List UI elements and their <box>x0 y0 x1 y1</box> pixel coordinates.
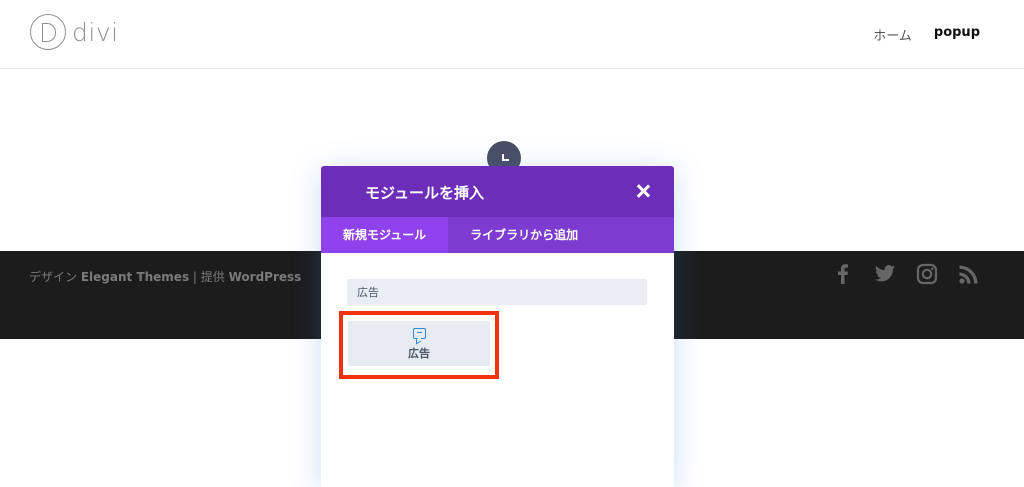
tab-new-module[interactable]: 新規モジュール <box>321 217 449 253</box>
twitter-icon[interactable] <box>874 263 896 285</box>
instagram-icon[interactable] <box>916 263 938 285</box>
insert-module-modal: モジュールを挿入 新規モジュール ライブラリから追加 広告 <box>321 166 674 487</box>
modal-tabs: 新規モジュール ライブラリから追加 <box>321 217 674 253</box>
logo-text: divi <box>72 17 119 47</box>
module-label: 広告 <box>408 347 430 360</box>
module-list: 広告 <box>339 311 499 379</box>
module-search-input[interactable] <box>347 279 647 305</box>
main-nav: ホーム popup <box>873 25 980 44</box>
footer-credit: デザイン Elegant Themes | 提供 WordPress <box>29 268 301 285</box>
credit-platform-link[interactable]: WordPress <box>229 270 302 284</box>
module-item-ad[interactable]: 広告 <box>348 321 490 366</box>
close-icon[interactable] <box>634 182 652 200</box>
rss-icon[interactable] <box>958 263 980 285</box>
tab-add-from-library[interactable]: ライブラリから追加 <box>448 217 600 253</box>
facebook-icon[interactable] <box>832 263 854 285</box>
modal-title: モジュールを挿入 <box>365 184 484 202</box>
modal-body: 広告 <box>321 253 674 379</box>
credit-brand-link[interactable]: Elegant Themes <box>81 270 189 284</box>
divi-logo-icon <box>30 14 66 50</box>
nav-item-popup[interactable]: popup <box>934 25 980 44</box>
site-logo[interactable]: divi <box>30 14 119 50</box>
modal-header: モジュールを挿入 <box>321 166 674 217</box>
site-header: divi ホーム popup <box>0 0 1024 69</box>
comment-icon <box>413 328 426 339</box>
nav-item-home[interactable]: ホーム <box>873 25 912 44</box>
credit-separator: | 提供 <box>189 270 229 284</box>
credit-prefix: デザイン <box>29 270 78 284</box>
social-icons <box>832 263 980 285</box>
